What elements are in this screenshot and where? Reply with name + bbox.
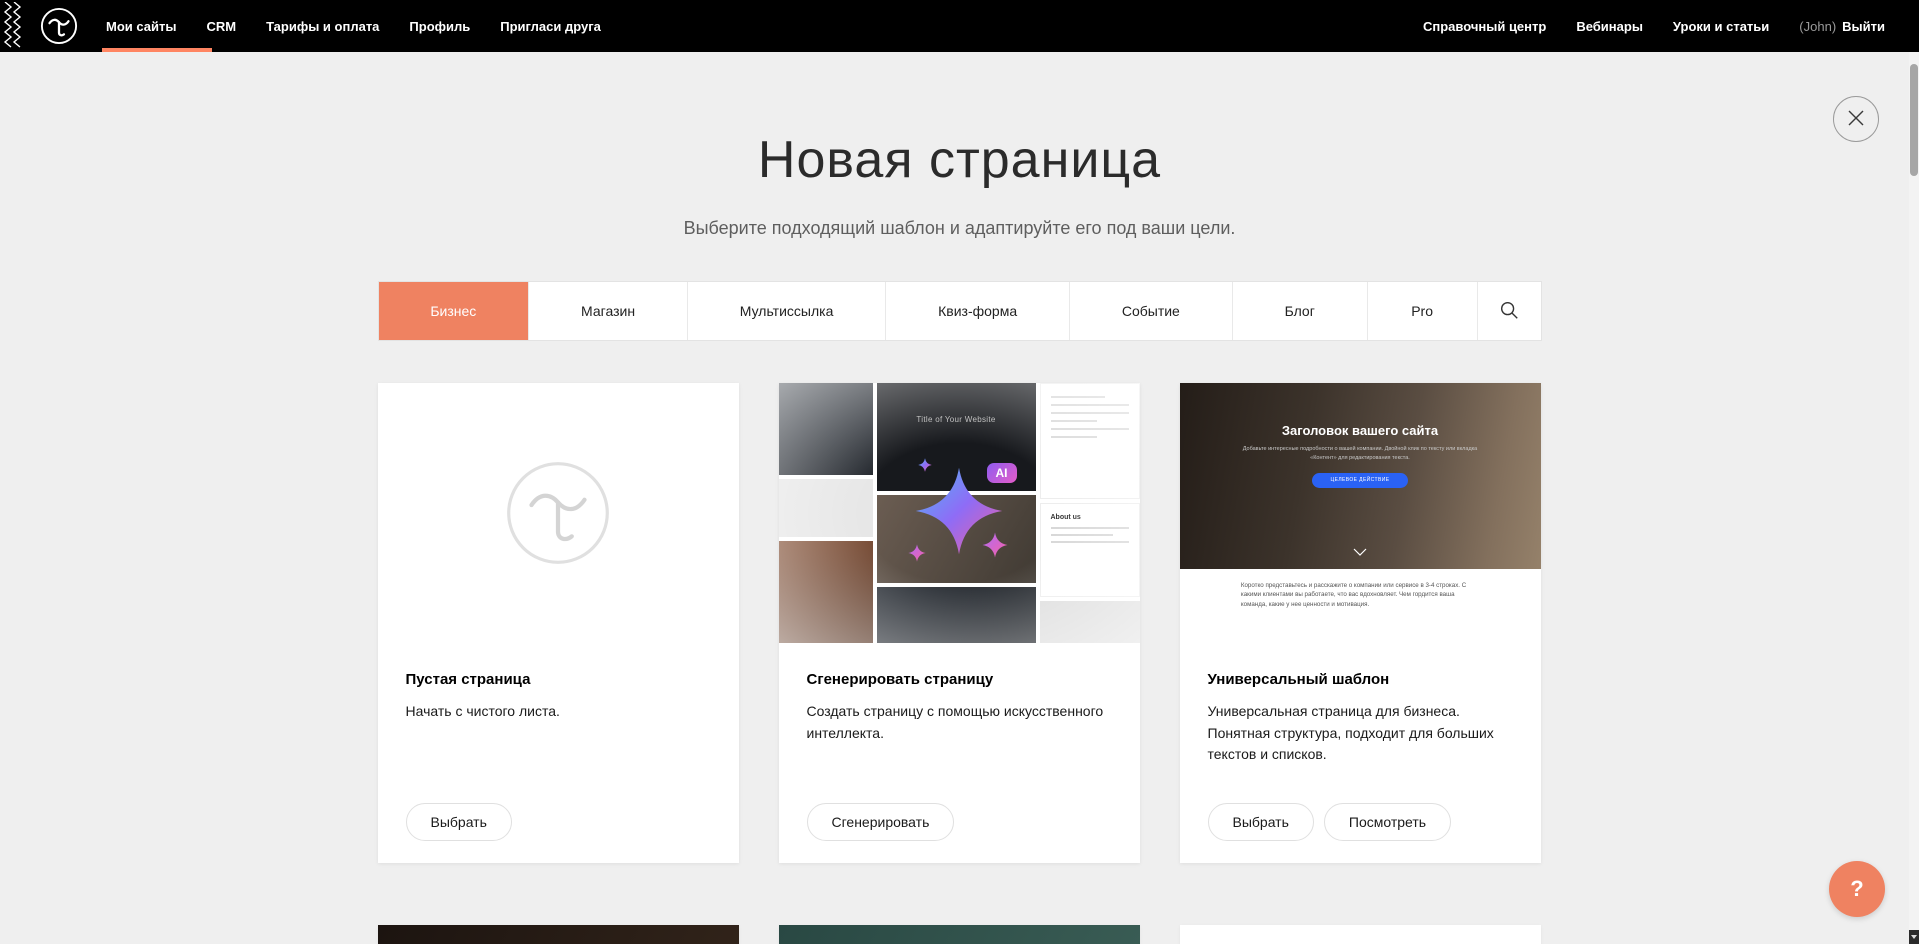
topbar: Мои сайты CRM Тарифы и оплата Профиль Пр… xyxy=(0,0,1919,52)
card-description: Создать страницу с помощью искусственног… xyxy=(807,701,1112,744)
preview-cta-button: Целевое действие xyxy=(1312,473,1408,488)
blank-page-preview xyxy=(378,383,739,643)
preview-hero-title: Заголовок вашего сайта xyxy=(1180,423,1541,438)
close-button[interactable] xyxy=(1833,96,1879,142)
ai-badge: AI xyxy=(987,463,1017,483)
card-description: Начать с чистого листа. xyxy=(406,701,711,723)
nav-my-sites[interactable]: Мои сайты xyxy=(106,0,176,52)
preview-hero-subtitle: Добавьте интересные подробности о вашей … xyxy=(1230,445,1490,463)
card-title: Пустая страница xyxy=(406,671,711,688)
tab-store[interactable]: Магазин xyxy=(528,282,687,340)
card-title: Сгенерировать страницу xyxy=(807,671,1112,688)
nav-help-center[interactable]: Справочный центр xyxy=(1423,0,1546,52)
tilda-watermark-icon xyxy=(505,460,611,566)
generate-page-button[interactable]: Сгенерировать xyxy=(807,803,955,841)
chevron-down-icon xyxy=(1353,543,1367,561)
template-category-tabs: Бизнес Магазин Мультиссылка Квиз-форма С… xyxy=(378,281,1542,341)
template-cards-row-2 xyxy=(378,925,1542,944)
universal-template-preview: Заголовок вашего сайта Добавьте интересн… xyxy=(1180,383,1541,643)
page-subtitle: Выберите подходящий шаблон и адаптируйте… xyxy=(0,218,1919,239)
template-cards-row: Пустая страница Начать с чистого листа. … xyxy=(378,383,1542,863)
template-search-button[interactable] xyxy=(1477,282,1541,340)
drag-pattern-icon xyxy=(0,0,26,52)
search-icon xyxy=(1498,299,1520,324)
logout-link[interactable]: Выйти xyxy=(1842,19,1885,34)
card-ai-generate[interactable]: Title of Your Website About us xyxy=(779,383,1140,863)
nav-profile[interactable]: Профиль xyxy=(409,0,470,52)
template-card-partial-3[interactable] xyxy=(1180,925,1541,944)
scrollbar-thumb[interactable] xyxy=(1910,64,1918,176)
nav-crm[interactable]: CRM xyxy=(206,0,236,52)
tab-pro[interactable]: Pro xyxy=(1367,282,1477,340)
template-card-partial-1[interactable] xyxy=(378,925,739,944)
nav-lessons[interactable]: Уроки и статьи xyxy=(1673,0,1769,52)
tilda-logo-icon[interactable] xyxy=(40,7,78,45)
card-universal-template[interactable]: Заголовок вашего сайта Добавьте интересн… xyxy=(1180,383,1541,863)
nav-invite-friend[interactable]: Пригласи друга xyxy=(500,0,601,52)
scrollbar[interactable] xyxy=(1909,52,1919,944)
tab-blog[interactable]: Блог xyxy=(1232,282,1367,340)
card-blank-page[interactable]: Пустая страница Начать с чистого листа. … xyxy=(378,383,739,863)
nav-webinars[interactable]: Вебинары xyxy=(1576,0,1643,52)
card-title: Универсальный шаблон xyxy=(1208,671,1513,688)
topbar-main-nav: Мои сайты CRM Тарифы и оплата Профиль Пр… xyxy=(106,0,631,52)
scrollbar-down-arrow[interactable] xyxy=(1909,930,1919,944)
tab-quiz-form[interactable]: Квиз-форма xyxy=(885,282,1069,340)
close-icon xyxy=(1847,109,1865,130)
ai-sparkles-icon xyxy=(779,383,1140,643)
template-card-partial-2[interactable] xyxy=(779,925,1140,944)
user-name: (John) xyxy=(1799,19,1836,34)
nav-pricing[interactable]: Тарифы и оплата xyxy=(266,0,379,52)
select-blank-button[interactable]: Выбрать xyxy=(406,803,512,841)
tab-multilink[interactable]: Мультиссылка xyxy=(687,282,885,340)
help-button[interactable]: ? xyxy=(1829,861,1885,917)
select-universal-button[interactable]: Выбрать xyxy=(1208,803,1314,841)
topbar-secondary-nav: Справочный центр Вебинары Уроки и статьи… xyxy=(1393,0,1885,52)
tab-event[interactable]: Событие xyxy=(1069,282,1232,340)
preview-body-text: Коротко представьтесь и расскажите о ком… xyxy=(1241,581,1479,609)
preview-universal-button[interactable]: Посмотреть xyxy=(1324,803,1451,841)
page-title: Новая страница xyxy=(0,130,1919,190)
ai-generate-preview: Title of Your Website About us xyxy=(779,383,1140,643)
tab-business[interactable]: Бизнес xyxy=(379,282,529,340)
card-description: Универсальная страница для бизнеса. Поня… xyxy=(1208,701,1513,766)
user-chunk: (John) Выйти xyxy=(1799,19,1885,34)
